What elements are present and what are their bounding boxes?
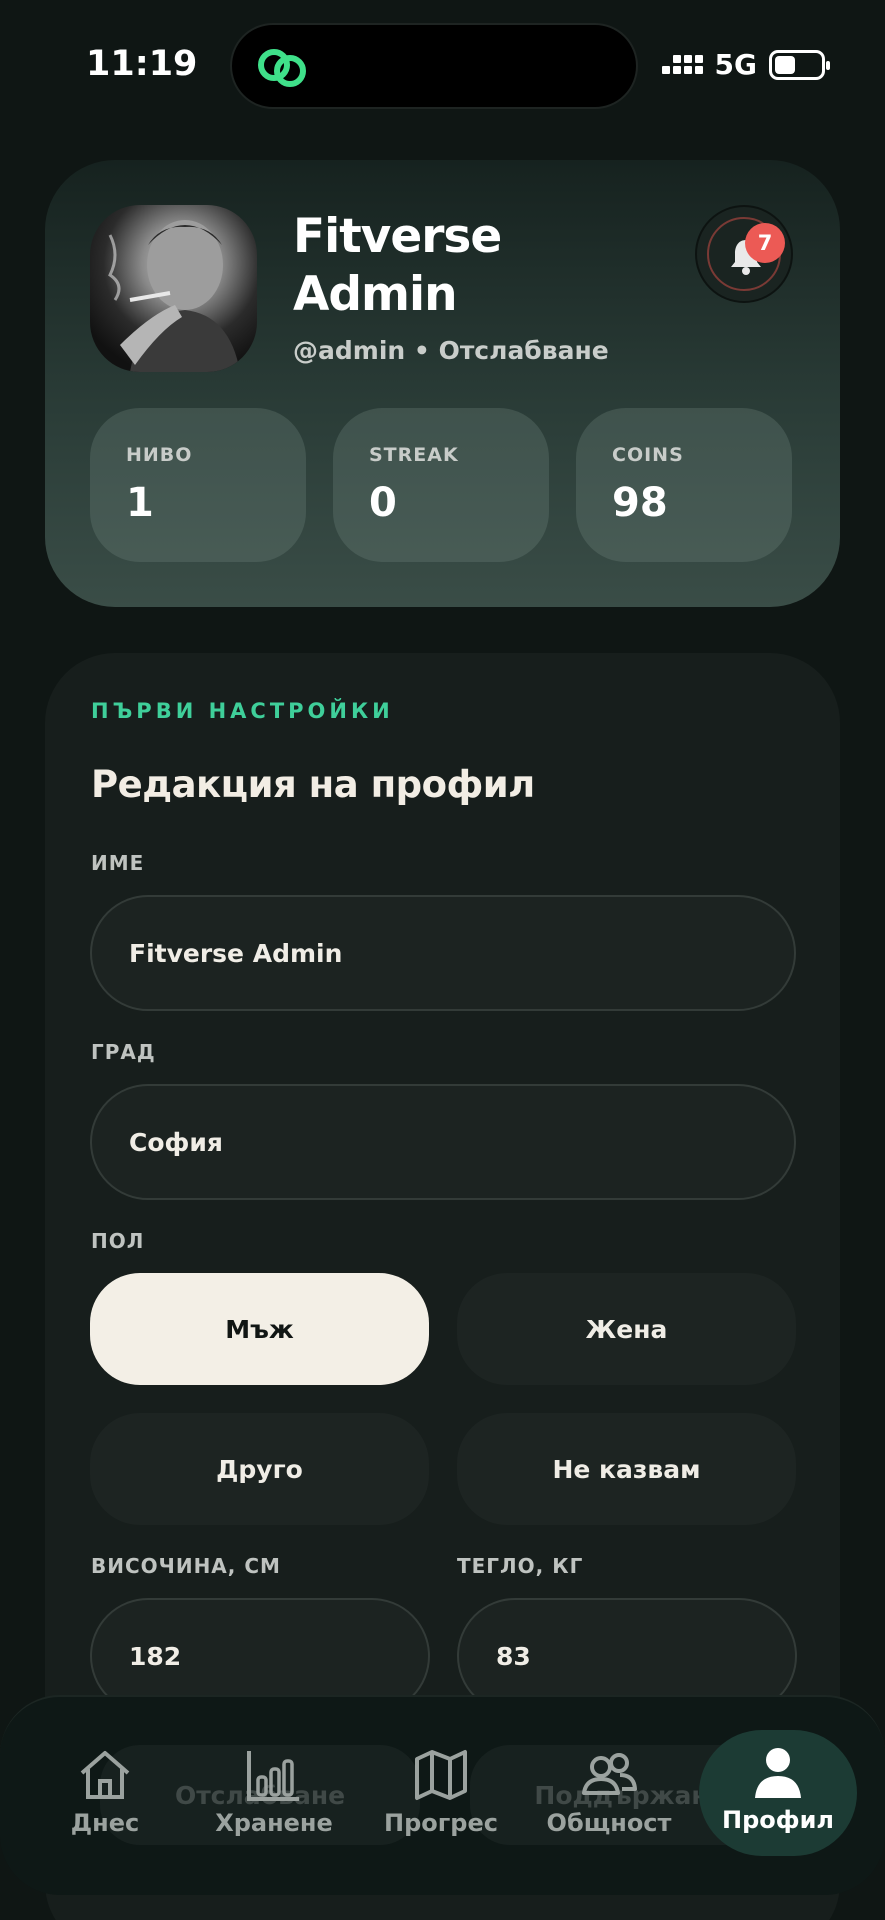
stat-coins: COINS 98: [576, 408, 792, 562]
section-title: Редакция на профил: [91, 763, 535, 806]
bar-chart-icon: [247, 1751, 299, 1801]
nav-label: Днес: [70, 1809, 140, 1837]
notification-count-badge: 7: [745, 223, 785, 263]
signal-icon: [661, 55, 703, 74]
nav-label: Прогрес: [384, 1809, 498, 1837]
bottom-nav: Отслабване Поддържане Днес Хранене Прогр…: [0, 1695, 885, 1895]
nav-label: Хранене: [215, 1809, 333, 1837]
weight-label: ТЕГЛО, КГ: [457, 1554, 584, 1578]
name-label: ИМЕ: [91, 851, 145, 875]
avatar[interactable]: [90, 205, 257, 372]
avatar-photo: [108, 220, 240, 372]
nav-label: Общност: [546, 1809, 672, 1837]
people-icon: [582, 1753, 637, 1795]
stat-label: COINS: [612, 444, 684, 466]
stat-value: 98: [612, 480, 668, 526]
status-bar: 11:19 5G: [0, 0, 885, 130]
stat-streak: STREAK 0: [333, 408, 549, 562]
network-type: 5G: [714, 48, 757, 81]
height-label: ВИСОЧИНА, СМ: [91, 1554, 281, 1578]
nav-item-profile[interactable]: Профил: [699, 1730, 857, 1856]
nav-item-community[interactable]: Общност: [534, 1747, 684, 1837]
nav-label: Профил: [722, 1806, 834, 1834]
dynamic-island: [230, 23, 638, 109]
gender-label: ПОЛ: [91, 1229, 145, 1253]
app-link-logo-icon: [258, 49, 306, 87]
battery-icon: [769, 49, 830, 80]
map-icon: [415, 1750, 467, 1800]
stat-value: 1: [126, 480, 154, 526]
status-time: 11:19: [86, 44, 198, 84]
home-icon: [80, 1751, 130, 1799]
nav-item-today[interactable]: Днес: [30, 1747, 180, 1837]
stat-label: НИВО: [126, 444, 193, 466]
profile-handle-goal: @admin • Отслабване: [293, 336, 609, 365]
status-indicators: 5G: [661, 48, 830, 81]
gender-option-other[interactable]: Друго: [90, 1413, 429, 1525]
gender-option-male[interactable]: Мъж: [90, 1273, 429, 1385]
nav-item-progress[interactable]: Прогрес: [366, 1747, 516, 1837]
stat-label: STREAK: [369, 444, 459, 466]
name-field[interactable]: Fitverse Admin: [90, 895, 796, 1011]
stat-value: 0: [369, 480, 397, 526]
profile-header-card: Fitverse Admin @admin • Отслабване 7 НИВ…: [45, 160, 840, 607]
notifications-ring: 7: [707, 217, 785, 291]
city-label: ГРАД: [91, 1040, 156, 1064]
city-field[interactable]: София: [90, 1084, 796, 1200]
nav-item-nutrition[interactable]: Хранене: [199, 1747, 349, 1837]
notifications-button[interactable]: 7: [695, 205, 793, 303]
profile-name: Fitverse Admin: [293, 209, 502, 322]
stat-level: НИВО 1: [90, 408, 306, 562]
stats-row: НИВО 1 STREAK 0 COINS 98: [90, 408, 792, 562]
person-icon: [755, 1748, 801, 1798]
section-eyebrow: ПЪРВИ НАСТРОЙКИ: [91, 699, 394, 723]
gender-option-undisclosed[interactable]: Не казвам: [457, 1413, 796, 1525]
gender-option-female[interactable]: Жена: [457, 1273, 796, 1385]
